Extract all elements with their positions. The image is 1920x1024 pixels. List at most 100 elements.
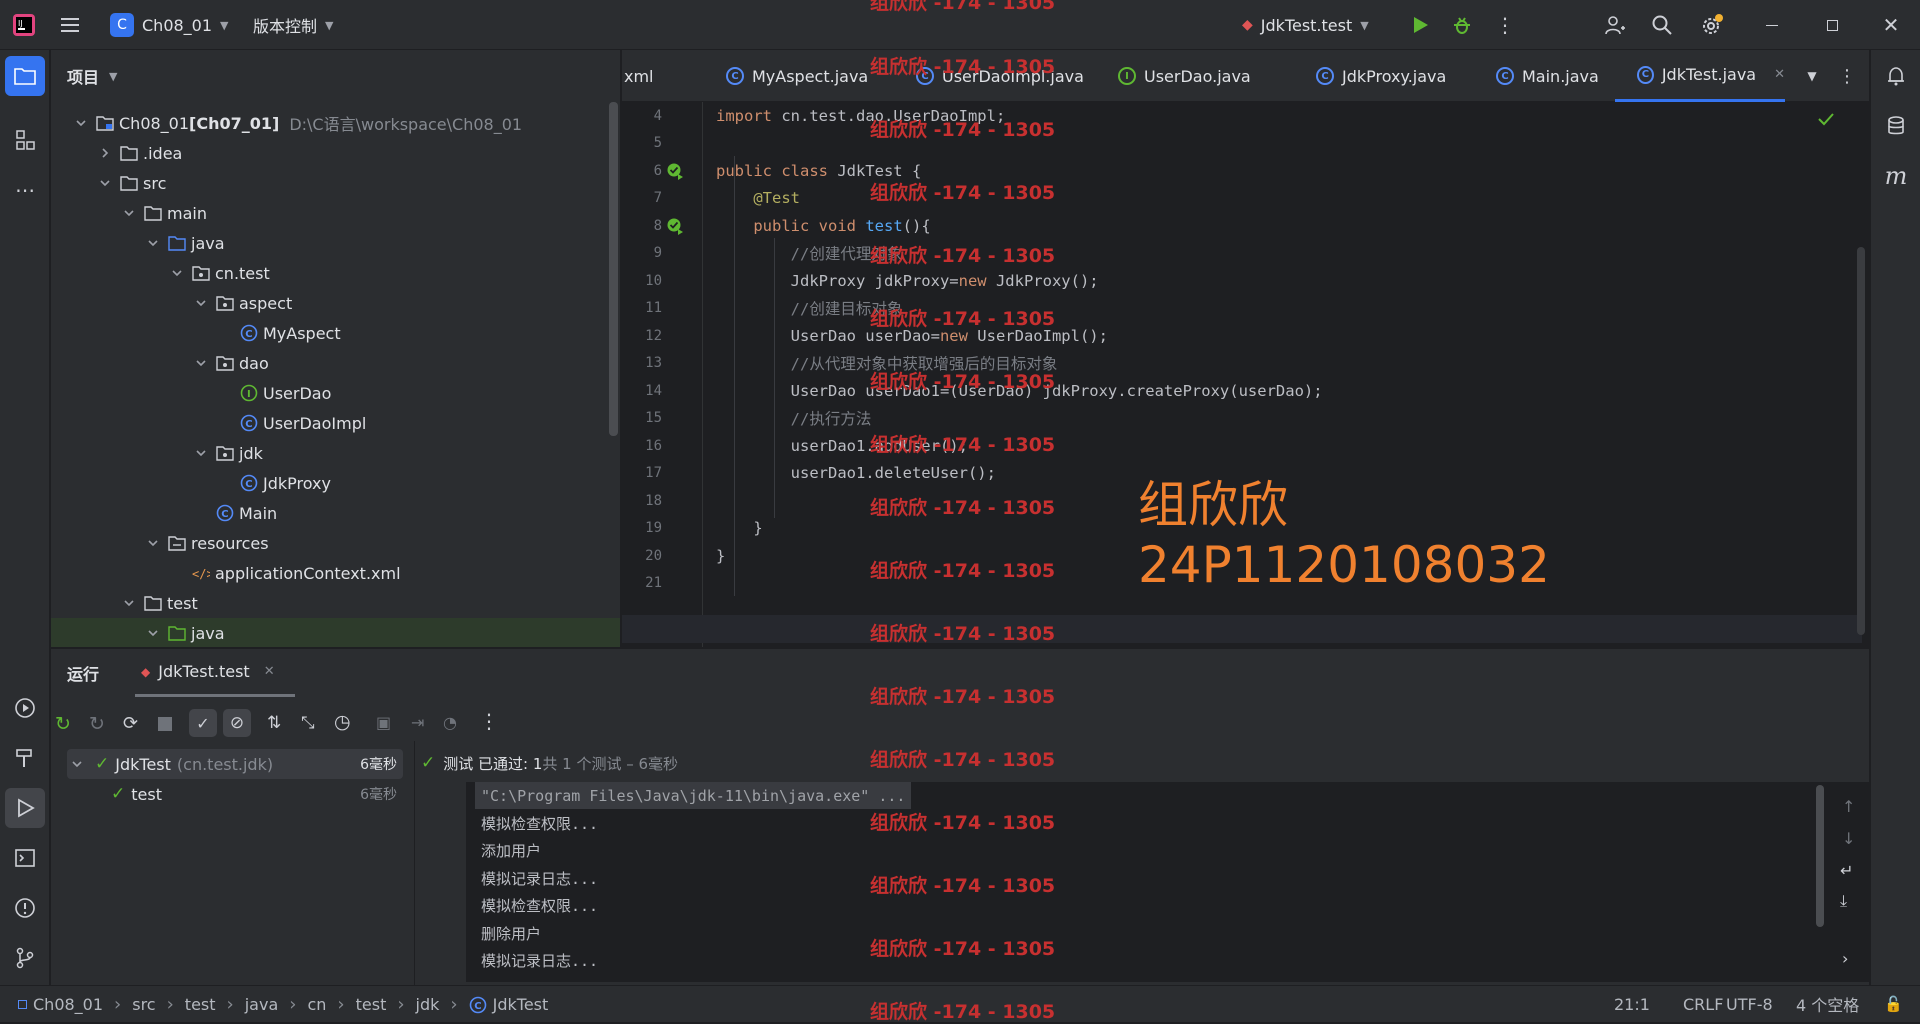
rerun-icon[interactable]: ↻ — [55, 713, 71, 735]
tree-item[interactable]: .idea — [51, 138, 620, 168]
more-actions-button[interactable]: ⋮ — [1485, 5, 1525, 45]
chevron-down-icon[interactable] — [73, 115, 89, 131]
chevron-down-icon[interactable] — [193, 295, 209, 311]
scroll-to-end-icon[interactable]: ⤓ — [1840, 891, 1847, 911]
tree-item[interactable]: cn.test — [51, 258, 620, 288]
tree-item[interactable]: Ch08_01 [Ch07_01] D:\C语言\workspace\Ch08_0… — [51, 108, 620, 138]
search-button[interactable] — [1642, 5, 1682, 45]
tree-item[interactable]: jdk — [51, 438, 620, 468]
chevron-down-icon[interactable] — [193, 445, 209, 461]
run-tool-button[interactable] — [5, 788, 45, 828]
gauge-icon[interactable]: ◔ — [443, 713, 457, 732]
project-panel-header[interactable]: 项目 ▼ — [67, 50, 117, 102]
chevron-down-icon[interactable] — [121, 205, 137, 221]
breadcrumb-item[interactable]: Ch08_01 — [33, 995, 103, 1014]
close-window-button[interactable]: ✕ — [1871, 5, 1911, 45]
editor-tab[interactable]: C JdkTest.java ✕ — [1615, 50, 1785, 102]
git-tool-button[interactable] — [5, 938, 45, 978]
tree-item[interactable]: </> applicationContext.xml — [51, 558, 620, 588]
run-tab[interactable]: ◆ JdkTest.test ✕ — [135, 649, 295, 697]
soft-wrap-icon[interactable]: ↵ — [1840, 861, 1853, 880]
database-button[interactable] — [1876, 106, 1916, 146]
more-tools-button[interactable]: ⋯ — [5, 170, 45, 210]
chevron-down-icon[interactable] — [193, 355, 209, 371]
tree-item[interactable]: C Main — [51, 498, 620, 528]
main-menu-button[interactable] — [60, 0, 80, 50]
settings-button[interactable] — [1692, 5, 1732, 45]
build-tool-button[interactable] — [5, 738, 45, 778]
project-tool-button[interactable] — [5, 56, 45, 96]
tree-item[interactable]: java — [51, 228, 620, 258]
vcs-menu[interactable]: 版本控制 ▼ — [253, 0, 333, 50]
close-icon[interactable]: ✕ — [1774, 67, 1785, 82]
close-icon[interactable]: ✕ — [264, 664, 275, 679]
clock-icon[interactable]: ◷ — [334, 711, 351, 733]
collapse-icon[interactable]: ⤡ — [301, 713, 315, 733]
tree-item[interactable]: resources — [51, 528, 620, 558]
camera-icon[interactable]: ▣ — [376, 713, 391, 732]
tree-item[interactable]: main — [51, 198, 620, 228]
breadcrumb-item[interactable]: src — [132, 995, 155, 1014]
editor-tab[interactable]: xml — [622, 50, 682, 102]
console-scrollbar[interactable] — [1816, 785, 1824, 927]
inspection-ok-icon[interactable] — [1817, 112, 1835, 130]
editor-tab[interactable]: I UserDao.java — [1096, 50, 1276, 102]
show-ignored-icon[interactable]: ⊘ — [223, 709, 251, 737]
project-scrollbar[interactable] — [609, 102, 618, 436]
more-vertical-icon[interactable]: ⋮ — [479, 709, 499, 733]
chevron-right-icon[interactable]: › — [1842, 949, 1848, 968]
lock-icon[interactable]: 🔓 — [1884, 995, 1903, 1013]
editor-tab[interactable]: C JdkProxy.java — [1294, 50, 1459, 102]
chevron-down-icon[interactable] — [121, 595, 137, 611]
file-encoding[interactable]: UTF-8 — [1726, 995, 1773, 1014]
code-with-me-button[interactable] — [1595, 5, 1635, 45]
run-test-gutter-icon[interactable] — [666, 217, 684, 239]
structure-tool-button[interactable] — [5, 120, 45, 160]
editor-scrollbar[interactable] — [1857, 247, 1865, 635]
app-logo[interactable]: IJ — [12, 0, 36, 50]
run-button[interactable] — [1400, 5, 1440, 45]
toggle-auto-test-icon[interactable]: ⟳ — [123, 713, 138, 734]
arrow-down-icon[interactable]: ↓ — [1842, 829, 1855, 848]
tree-item[interactable]: C MyAspect — [51, 318, 620, 348]
line-separator[interactable]: CRLF — [1683, 995, 1723, 1014]
chevron-down-icon[interactable] — [71, 755, 95, 774]
breadcrumb-item[interactable]: cn — [307, 995, 326, 1014]
run-test-gutter-icon[interactable] — [666, 162, 684, 184]
chevron-down-icon[interactable] — [145, 235, 161, 251]
run-splitter[interactable] — [414, 741, 415, 985]
chevron-right-icon[interactable] — [97, 145, 113, 161]
tree-item[interactable]: C UserDaoImpl — [51, 408, 620, 438]
rerun-failed-icon[interactable]: ↻ — [89, 713, 105, 735]
tree-item[interactable]: C JdkProxy — [51, 468, 620, 498]
breadcrumb-item[interactable]: test — [185, 995, 216, 1014]
tree-item[interactable]: dao — [51, 348, 620, 378]
project-switcher[interactable]: C Ch08_01 ▼ — [110, 0, 229, 50]
show-passed-icon[interactable]: ✓ — [189, 709, 217, 737]
run-config-selector[interactable]: ◆ JdkTest.test ▼ — [1242, 0, 1369, 50]
tree-item[interactable]: aspect — [51, 288, 620, 318]
caret-position[interactable]: 21:1 — [1614, 995, 1650, 1014]
tree-item[interactable]: test — [51, 588, 620, 618]
maven-button[interactable]: m — [1876, 156, 1916, 196]
debug-button[interactable] — [1442, 5, 1482, 45]
minimize-button[interactable] — [1752, 5, 1792, 45]
test-tree-item[interactable]: ✓ test 6毫秒 — [67, 779, 403, 809]
tree-item[interactable]: src — [51, 168, 620, 198]
services-tool-button[interactable] — [5, 688, 45, 728]
indent-setting[interactable]: 4 个空格 — [1796, 992, 1859, 1016]
breadcrumb-item[interactable]: jdk — [416, 995, 440, 1014]
tab-list-button[interactable]: ▼ — [1792, 56, 1832, 96]
breadcrumb-item[interactable]: test — [356, 995, 387, 1014]
import-icon[interactable]: ⇥ — [411, 713, 424, 732]
breadcrumb-item[interactable]: java — [245, 995, 279, 1014]
editor-tab[interactable]: C MyAspect.java — [704, 50, 884, 102]
problems-tool-button[interactable] — [5, 888, 45, 928]
tree-item[interactable]: I UserDao — [51, 378, 620, 408]
chevron-down-icon[interactable] — [145, 625, 161, 641]
sort-alpha-icon[interactable]: ⇅ — [267, 713, 281, 733]
editor-more-button[interactable]: ⋮ — [1827, 56, 1867, 96]
arrow-up-icon[interactable]: ↑ — [1842, 797, 1855, 816]
notifications-button[interactable] — [1876, 56, 1916, 96]
console-output[interactable]: "C:\Program Files\Java\jdk-11\bin\java.e… — [466, 782, 1869, 982]
